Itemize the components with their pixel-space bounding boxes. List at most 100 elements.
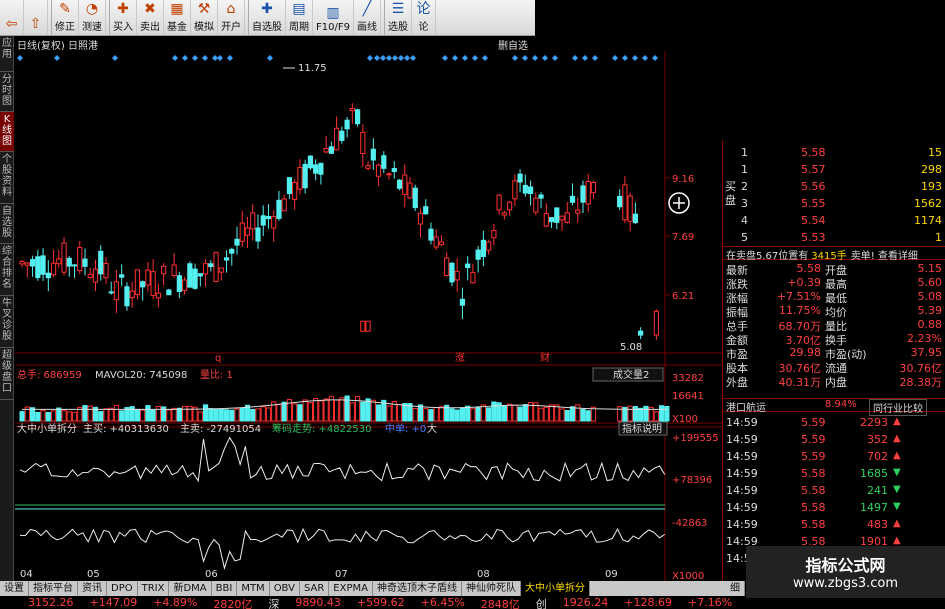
up-arrow-icon: ▲: [893, 535, 901, 546]
candle: [103, 262, 109, 279]
volume-bar: [638, 407, 644, 422]
nav-item-3[interactable]: 个股资料: [0, 152, 14, 204]
orderbook-row: 2 5.56 193: [723, 178, 945, 195]
indicator-big-label: 大: [427, 422, 437, 435]
volume-bar: [507, 403, 513, 422]
quote-row: 市盈 29.98 市盈(动) 37.95: [723, 346, 945, 361]
toolbar-sell-button[interactable]: ✖ 卖出: [137, 0, 164, 35]
price-tick-label: 7.69: [672, 232, 694, 243]
indicator-tab[interactable]: 大中小单拆分: [520, 581, 590, 596]
indicator-tab[interactable]: BBI: [212, 581, 238, 596]
volume-bar: [260, 406, 266, 422]
candle: [454, 270, 460, 281]
indicator-tab[interactable]: 指标平台: [29, 581, 78, 596]
sell-icon: ✖: [144, 1, 156, 17]
nav-item-7[interactable]: 超级盘口: [0, 348, 14, 400]
candle: [129, 290, 135, 299]
indicator-tab[interactable]: 资讯: [78, 581, 107, 596]
toolbar-back-arrow-button[interactable]: ⇦: [0, 0, 24, 35]
volume-bar: [71, 411, 78, 422]
indicator-tab[interactable]: EXPMA: [329, 581, 373, 596]
nav-item-2[interactable]: K线图: [0, 112, 14, 152]
candle: [638, 330, 644, 336]
remove-watchlist-button[interactable]: 删自选: [498, 37, 528, 52]
signal-marker: [182, 55, 188, 61]
toolbar-f10-button[interactable]: ▥ F10/F9: [313, 0, 354, 35]
orderbook-price: 5.55: [801, 197, 826, 210]
edit-icon: ✎: [59, 1, 71, 17]
orderbook-price: 5.53: [801, 231, 826, 244]
toolbar-account-button[interactable]: ⌂ 开户: [218, 0, 245, 35]
indicator-tab[interactable]: 神仙帅死队: [462, 581, 521, 596]
signal-marker: [582, 55, 588, 61]
toolbar-watchlist-button[interactable]: ✚ 自选股: [249, 0, 286, 35]
orderbook-level: 2: [741, 180, 748, 193]
signal-marker: [380, 55, 386, 61]
signal-marker: [592, 55, 598, 61]
volume-bar: [202, 404, 209, 422]
kline-chart[interactable]: 11.75 5.08 9.16 7.69 6.21 q 涨 财总手: 686959 MAVOL2…: [15, 51, 737, 581]
toolbar-forum-button[interactable]: 论论: [412, 0, 436, 35]
candle: [265, 216, 272, 220]
volume-bar: [480, 404, 486, 422]
indicator-tab[interactable]: 设置: [0, 581, 29, 596]
quote-alert[interactable]: 在卖盘5.67位置有 3415手 卖单! 查看详细: [723, 246, 945, 262]
orderbook-row: 5 5.53 1: [723, 229, 945, 246]
toolbar-fund-button[interactable]: ▦ 基金: [164, 0, 191, 35]
toolbar-speed-test-button[interactable]: ◔ 测速: [79, 0, 106, 35]
indicator-tab[interactable]: MTM: [237, 581, 270, 596]
toolbar-stock-screen-button[interactable]: ☰ 选股: [385, 0, 412, 35]
toolbar-simulate-button[interactable]: ⚒ 模拟: [191, 0, 218, 35]
toolbar-buy-button[interactable]: ✚ 买入: [110, 0, 137, 35]
indicator-tab[interactable]: 新DMA: [169, 581, 212, 596]
nav-item-0[interactable]: 应用: [0, 36, 14, 72]
toolbar-forward-arrow-button[interactable]: ⇧: [24, 0, 48, 35]
indicator-tab[interactable]: 神奇选顶木子盾线: [373, 581, 462, 596]
volume-bar: [129, 406, 135, 422]
tab-detail[interactable]: 细: [726, 581, 745, 596]
volume-bar: [140, 409, 146, 422]
candle: [449, 262, 455, 283]
volume-bar: [396, 403, 403, 422]
volume-bar: [585, 410, 591, 422]
orderbook-price: 5.54: [801, 214, 826, 227]
back-arrow-icon: ⇦: [5, 16, 18, 32]
toolbar-draw-line-button[interactable]: ╱ 画线: [354, 0, 381, 35]
toolbar-period-button[interactable]: ▤ 周期: [286, 0, 313, 35]
signal-marker: [652, 55, 658, 61]
forum-icon: 论: [416, 1, 431, 17]
toolbar-label: 基金: [167, 22, 187, 33]
candle: [554, 207, 560, 223]
nav-item-4[interactable]: 自选股: [0, 204, 14, 244]
candle: [98, 250, 104, 275]
candle: [622, 184, 628, 221]
candle: [161, 265, 167, 275]
indicator-tab[interactable]: OBV: [270, 581, 300, 596]
toolbar-edit-button[interactable]: ✎ 修正: [52, 0, 79, 35]
toolbar-label: 测速: [82, 22, 102, 33]
candle: [307, 155, 314, 169]
nav-item-1[interactable]: 分时图: [0, 72, 14, 112]
tick-volume: 2293: [860, 416, 888, 429]
indicator-tab[interactable]: TRIX: [138, 581, 170, 596]
volume-bar: [250, 408, 256, 422]
peer-compare-button[interactable]: 同行业比较: [869, 399, 927, 416]
candle: [213, 252, 219, 282]
nav-item-6[interactable]: 牛叉诊股: [0, 296, 14, 348]
up-arrow-icon: ▲: [893, 416, 901, 427]
candle: [197, 273, 203, 277]
trade-tick-row: 14:59 5.58 1497 ▼: [723, 501, 945, 518]
orderbook-volume: 193: [921, 180, 942, 193]
toolbar-label: 模拟: [194, 22, 214, 33]
quote-value: 2.23%: [907, 332, 942, 345]
candle: [229, 248, 235, 254]
candle: [491, 230, 497, 239]
orderbook-volume: 1562: [914, 197, 942, 210]
indicator-tab[interactable]: DPO: [107, 581, 138, 596]
indicator-tab[interactable]: SAR: [300, 581, 330, 596]
nav-item-5[interactable]: 综合排名: [0, 244, 14, 296]
orderbook-price: 5.56: [801, 180, 826, 193]
volume-tick-label: X100: [672, 414, 698, 425]
candle: [407, 182, 413, 199]
signal-marker: [512, 55, 518, 61]
